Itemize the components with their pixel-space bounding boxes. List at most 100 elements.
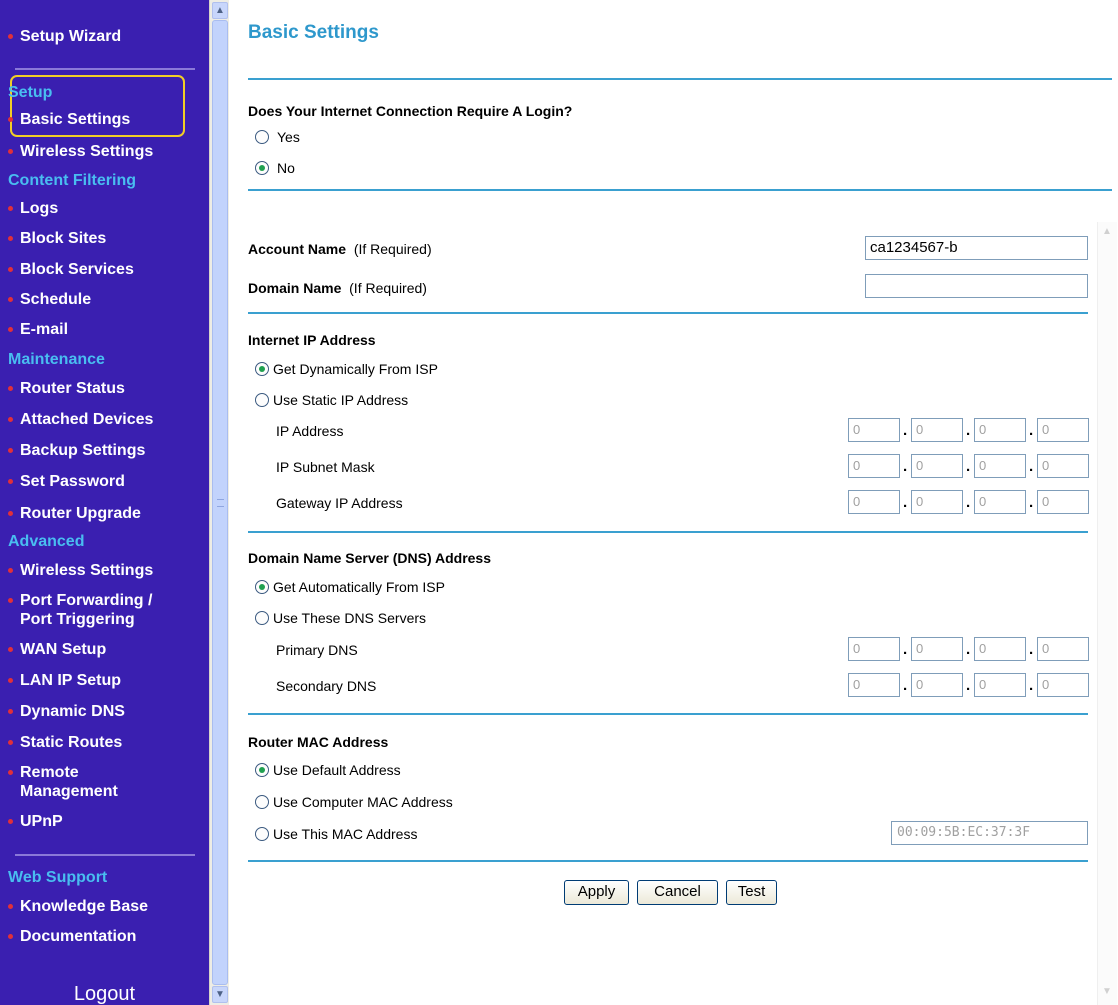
gateway-field-octet-2[interactable]: 0 — [911, 490, 963, 514]
ip-static-radio[interactable] — [255, 393, 269, 407]
ip-separator: . — [966, 422, 971, 439]
bullet-icon — [8, 568, 13, 573]
dns-auto-label: Get Automatically From ISP — [273, 579, 445, 595]
sidebar-item-documentation[interactable]: Documentation — [8, 927, 136, 946]
sidebar-item-basic-settings[interactable]: Basic Settings — [8, 110, 130, 129]
sidebar-section-maintenance: Maintenance — [8, 351, 105, 368]
mac-default-radio[interactable] — [255, 763, 269, 777]
sidebar-item-wireless-settings[interactable]: Wireless Settings — [8, 142, 153, 161]
bullet-icon — [8, 327, 13, 332]
sidebar-item-backup-settings[interactable]: Backup Settings — [8, 441, 145, 460]
ip-address-field-octet-1[interactable]: 0 — [848, 418, 900, 442]
sidebar-section-setup: Setup — [8, 84, 53, 101]
gateway-field-octet-1[interactable]: 0 — [848, 490, 900, 514]
radio-dot-icon — [259, 165, 265, 171]
sidebar-item-block-services[interactable]: Block Services — [8, 260, 134, 279]
mac-this-radio[interactable] — [255, 827, 269, 841]
ip-address-field-octet-2[interactable]: 0 — [911, 418, 963, 442]
sidebar-item-setup-wizard[interactable]: Setup Wizard — [8, 27, 121, 46]
ip-dynamic-radio[interactable] — [255, 362, 269, 376]
divider — [248, 78, 1112, 80]
sidebar-item-upnp[interactable]: UPnP — [8, 812, 63, 831]
sidebar-item-set-password[interactable]: Set Password — [8, 472, 125, 491]
sidebar-section-advanced: Advanced — [8, 533, 85, 550]
subnet-mask-field-octet-1[interactable]: 0 — [848, 454, 900, 478]
bullet-icon — [8, 904, 13, 909]
bullet-icon — [8, 709, 13, 714]
sidebar-item-lan-ip-setup[interactable]: LAN IP Setup — [8, 671, 121, 690]
chevron-down-icon[interactable]: ▼ — [1102, 986, 1112, 997]
chevron-up-icon[interactable]: ▲ — [212, 2, 228, 19]
secondary-dns-field-octet-1[interactable]: 0 — [848, 673, 900, 697]
ip-separator: . — [966, 677, 971, 694]
gateway-field-octet-3[interactable]: 0 — [974, 490, 1026, 514]
sidebar-item-attached-devices[interactable]: Attached Devices — [8, 410, 153, 429]
bullet-icon — [8, 770, 13, 775]
content-scrollbar[interactable]: ▲ ▼ — [1097, 222, 1117, 1005]
radio-dot-icon — [259, 767, 265, 773]
sidebar-item-block-sites[interactable]: Block Sites — [8, 229, 106, 248]
primary-dns-field-octet-3[interactable]: 0 — [974, 637, 1026, 661]
sidebar-item-schedule[interactable]: Schedule — [8, 290, 91, 309]
scrollbar-thumb[interactable] — [212, 20, 228, 985]
sidebar-item-wan-setup[interactable]: WAN Setup — [8, 640, 106, 659]
sidebar-scrollbar[interactable]: ▲ ▼ — [209, 0, 229, 1005]
sidebar-item-router-status[interactable]: Router Status — [8, 379, 125, 398]
sidebar-item-logs[interactable]: Logs — [8, 199, 58, 218]
primary-dns-label: Primary DNS — [276, 642, 358, 658]
bullet-icon — [8, 417, 13, 422]
dns-manual-radio[interactable] — [255, 611, 269, 625]
mac-this-label: Use This MAC Address — [273, 826, 418, 842]
sidebar-item-knowledge-base[interactable]: Knowledge Base — [8, 897, 148, 916]
sidebar-item-port-forwarding[interactable]: Port Forwarding / Port Triggering — [8, 591, 152, 629]
test-button[interactable]: Test — [726, 880, 777, 905]
bullet-icon — [8, 678, 13, 683]
grip-icon — [217, 499, 224, 507]
chevron-up-icon[interactable]: ▲ — [1102, 226, 1112, 237]
subnet-mask-field-octet-3[interactable]: 0 — [974, 454, 1026, 478]
login-yes-label: Yes — [277, 129, 300, 145]
login-yes-radio[interactable] — [255, 130, 269, 144]
primary-dns-field-octet-2[interactable]: 0 — [911, 637, 963, 661]
divider — [248, 312, 1088, 314]
ip-separator: . — [966, 458, 971, 475]
sidebar-item-dynamic-dns[interactable]: Dynamic DNS — [8, 702, 125, 721]
secondary-dns-field-octet-2[interactable]: 0 — [911, 673, 963, 697]
ip-address-field-octet-3[interactable]: 0 — [974, 418, 1026, 442]
ip-separator: . — [966, 494, 971, 511]
subnet-mask-field-octet-4[interactable]: 0 — [1037, 454, 1089, 478]
gateway-field-octet-4[interactable]: 0 — [1037, 490, 1089, 514]
login-no-radio[interactable] — [255, 161, 269, 175]
sidebar-item-router-upgrade[interactable]: Router Upgrade — [8, 504, 141, 523]
primary-dns-field-octet-1[interactable]: 0 — [848, 637, 900, 661]
sidebar-item-advanced-wireless-settings[interactable]: Wireless Settings — [8, 561, 153, 580]
subnet-mask-label: IP Subnet Mask — [276, 459, 375, 475]
subnet-mask-field-octet-2[interactable]: 0 — [911, 454, 963, 478]
sidebar-divider — [15, 854, 195, 856]
gateway-label: Gateway IP Address — [276, 495, 403, 511]
bullet-icon — [8, 934, 13, 939]
bullet-icon — [8, 236, 13, 241]
chevron-down-icon[interactable]: ▼ — [212, 986, 228, 1003]
bullet-icon — [8, 448, 13, 453]
sidebar-item-static-routes[interactable]: Static Routes — [8, 733, 122, 752]
dns-auto-radio[interactable] — [255, 580, 269, 594]
ip-address-field-octet-4[interactable]: 0 — [1037, 418, 1089, 442]
cancel-button[interactable]: Cancel — [637, 880, 718, 905]
apply-button[interactable]: Apply — [564, 880, 629, 905]
secondary-dns-field-octet-4[interactable]: 0 — [1037, 673, 1089, 697]
primary-dns-field-octet-4[interactable]: 0 — [1037, 637, 1089, 661]
bullet-icon — [8, 598, 13, 603]
internet-ip-heading: Internet IP Address — [248, 332, 376, 348]
dns-heading: Domain Name Server (DNS) Address — [248, 550, 492, 566]
sidebar-item-email[interactable]: E-mail — [8, 320, 68, 339]
secondary-dns-field-octet-3[interactable]: 0 — [974, 673, 1026, 697]
mac-computer-radio[interactable] — [255, 795, 269, 809]
mac-address-field[interactable]: 00:09:5B:EC:37:3F — [891, 821, 1088, 845]
bullet-icon — [8, 647, 13, 652]
domain-name-field[interactable] — [865, 274, 1088, 298]
page-title: Basic Settings — [248, 22, 379, 43]
sidebar-item-remote-management[interactable]: Remote Management — [8, 763, 118, 801]
account-name-field[interactable]: ca1234567-b — [865, 236, 1088, 260]
logout-link[interactable]: Logout — [0, 983, 209, 1005]
